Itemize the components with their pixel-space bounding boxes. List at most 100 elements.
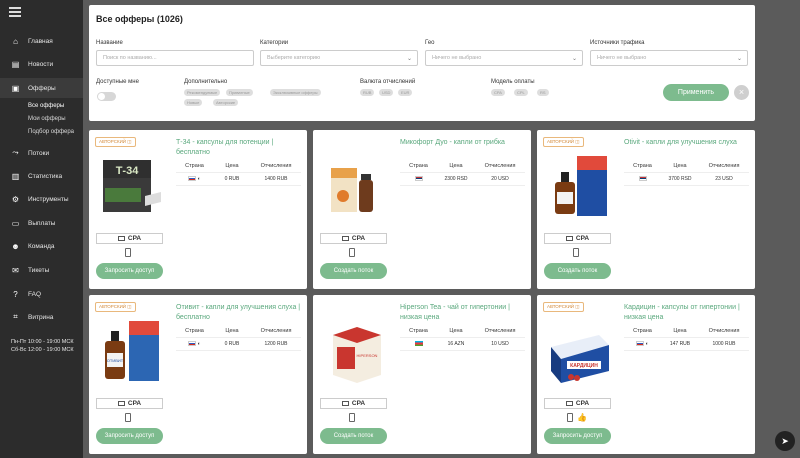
sidebar-subitem-all-offers[interactable]: Все офферы — [28, 103, 64, 109]
sidebar-item-label: Тикеты — [28, 266, 50, 274]
telegram-icon[interactable]: ➤ — [775, 431, 795, 451]
support-schedule: Пн-Пт 10:00 - 19:00 МСК Сб-Вс 12:00 - 19… — [11, 338, 74, 354]
offer-table: Страна Цена Отчисления ◐ 0 RUB 1200 RUB — [176, 325, 301, 351]
sidebar-item-payouts[interactable]: ▭ Выплаты — [0, 213, 83, 233]
payment-model-box: CPA — [544, 398, 611, 409]
extra-filter-label: Дополнительно — [184, 79, 228, 85]
product-image: HIPERSON — [323, 317, 387, 385]
sidebar-item-stats[interactable]: ▥ Статистика — [0, 166, 83, 186]
offer-title[interactable]: Кардицин - капсулы от гипертонии | низка… — [624, 303, 749, 323]
faq-icon: ? — [13, 289, 18, 299]
sidebar-item-news[interactable]: ▤ Новости — [0, 54, 83, 74]
sidebar-item-team[interactable]: ☻ Команда — [0, 236, 83, 256]
col-payout: Отчисления — [484, 163, 516, 169]
author-badge-label: АВТОРСКИЙ — [99, 304, 127, 309]
create-flow-button[interactable]: Создать поток — [320, 263, 387, 279]
chip-cpa[interactable]: CPA — [491, 89, 505, 96]
chip-rub[interactable]: RUB — [360, 89, 375, 96]
chip-private[interactable]: Приватные — [226, 89, 253, 96]
create-flow-button[interactable]: Создать поток — [544, 263, 611, 279]
sidebar-item-faq[interactable]: ? FAQ — [0, 284, 83, 304]
apply-button[interactable]: Применить — [663, 84, 729, 101]
card-icon — [117, 400, 125, 406]
chip-eur[interactable]: EUR — [398, 89, 413, 96]
team-icon: ☻ — [11, 241, 20, 251]
sidebar-item-showcase[interactable]: ⌗ Витрина — [0, 307, 83, 327]
product-image — [547, 152, 611, 220]
offer-card: HIPERSON Hiperson Tea - чай от гипертони… — [313, 295, 531, 454]
sidebar-item-label: Офферы — [28, 84, 56, 92]
col-price: Цена — [225, 163, 239, 169]
request-access-button[interactable]: Запросить доступ — [96, 263, 163, 279]
filter-panel: Все офферы (1026) Название Поиск по назв… — [89, 5, 755, 121]
product-brand-text: КАРДИЦИН — [570, 363, 598, 369]
chip-usd[interactable]: USD — [379, 89, 394, 96]
traffic-select[interactable]: Ничего не выбрано ⌄ — [590, 50, 748, 66]
price-value: 3700 RSD — [668, 176, 692, 182]
card-icon — [565, 235, 573, 241]
col-price: Цена — [449, 328, 463, 334]
payment-model-label: CPA — [127, 235, 142, 242]
chip-new[interactable]: Новые — [184, 99, 203, 106]
offer-title[interactable]: Микофорт Дуо - капли от грибка — [400, 138, 525, 148]
page-title: Все офферы (1026) — [96, 14, 183, 24]
sidebar-item-label: Инструменты — [28, 195, 69, 203]
clear-filters-button[interactable]: × — [734, 85, 749, 100]
offer-card: АВТОРСКИЙ ◫ ОТИВИТ Отивит - капли для ул… — [89, 295, 307, 454]
chip-recommended[interactable]: Рекомендуемые — [184, 89, 221, 96]
create-flow-button[interactable]: Создать поток — [320, 428, 387, 444]
product-brand-text: ОТИВИТ — [107, 358, 124, 363]
news-icon: ▤ — [11, 59, 20, 69]
offers-icon: ▣ — [11, 83, 20, 93]
sidebar-item-tools[interactable]: ⚙ Инструменты — [0, 189, 83, 209]
sidebar-item-label: Выплаты — [28, 219, 56, 227]
request-access-button[interactable]: Запросить доступ — [544, 428, 611, 444]
info-icon: ◐ — [197, 341, 201, 347]
flag-rs-icon — [638, 176, 647, 182]
sidebar-item-offers[interactable]: ▣ Офферы — [0, 78, 83, 98]
sidebar-subitem-offer-selection[interactable]: Подбор оффера — [28, 129, 74, 135]
flag-az-icon — [414, 341, 423, 347]
name-search-input[interactable]: Поиск по названию... — [96, 50, 254, 66]
chevron-down-icon: ⌄ — [406, 56, 412, 62]
sidebar-item-flows[interactable]: ⤳ Потоки — [0, 143, 83, 163]
payout-value: 23 USD — [715, 176, 733, 182]
table-row: 3700 RSD 23 USD — [624, 172, 749, 186]
col-payout: Отчисления — [708, 163, 740, 169]
payment-model-box: CPA — [544, 233, 611, 244]
chip-exclusive[interactable]: Эксклюзивные офферы — [270, 89, 321, 96]
offer-title[interactable]: Otivit - капли для улучшения слуха — [624, 138, 749, 148]
payment-model-label: CPA — [351, 400, 366, 407]
offer-table: Страна Цена Отчисления 16 AZN 10 USD — [400, 325, 525, 351]
card-icon — [341, 235, 349, 241]
payment-model-box: CPA — [320, 398, 387, 409]
offer-title[interactable]: Т-34 - капсулы для потенции | бесплатно — [176, 138, 301, 158]
card-icon — [565, 400, 573, 406]
offer-title[interactable]: Отивит - капли для улучшения слуха | бес… — [176, 303, 301, 323]
menu-icon[interactable] — [9, 7, 21, 17]
request-access-button[interactable]: Запросить доступ — [96, 428, 163, 444]
product-brand-text: HIPERSON — [357, 353, 378, 358]
geo-select[interactable]: Ничего не выбрано ⌄ — [425, 50, 583, 66]
flag-ru-icon — [188, 176, 197, 182]
offer-title[interactable]: Hiperson Tea - чай от гипертонии | низка… — [400, 303, 525, 323]
price-value: 0 RUB — [224, 176, 240, 182]
card-icon — [117, 235, 125, 241]
chip-author[interactable]: Авторские — [213, 99, 239, 106]
col-country: Страна — [409, 163, 428, 169]
available-toggle[interactable] — [97, 92, 116, 101]
name-filter-label: Название — [96, 40, 123, 46]
category-select[interactable]: Выберите категорию ⌄ — [260, 50, 418, 66]
chip-rs[interactable]: RS — [537, 89, 549, 96]
sidebar-item-label: Статистика — [28, 172, 63, 180]
sidebar-item-home[interactable]: ⌂ Главная — [0, 31, 83, 51]
offer-table: Страна Цена Отчисления 2300 RSD 20 USD — [400, 160, 525, 186]
product-brand-text: Т-34 — [116, 165, 140, 177]
col-payout: Отчисления — [484, 328, 516, 334]
table-row: ◐ 147 RUB 1000 RUB — [624, 337, 749, 351]
thumbs-up-icon: 👍 — [577, 413, 587, 422]
sidebar-item-tickets[interactable]: ✉ Тикеты — [0, 260, 83, 280]
chip-cpl[interactable]: CPL — [514, 89, 528, 96]
sidebar-subitem-my-offers[interactable]: Мои офферы — [28, 116, 66, 122]
payout-value: 10 USD — [491, 341, 509, 347]
